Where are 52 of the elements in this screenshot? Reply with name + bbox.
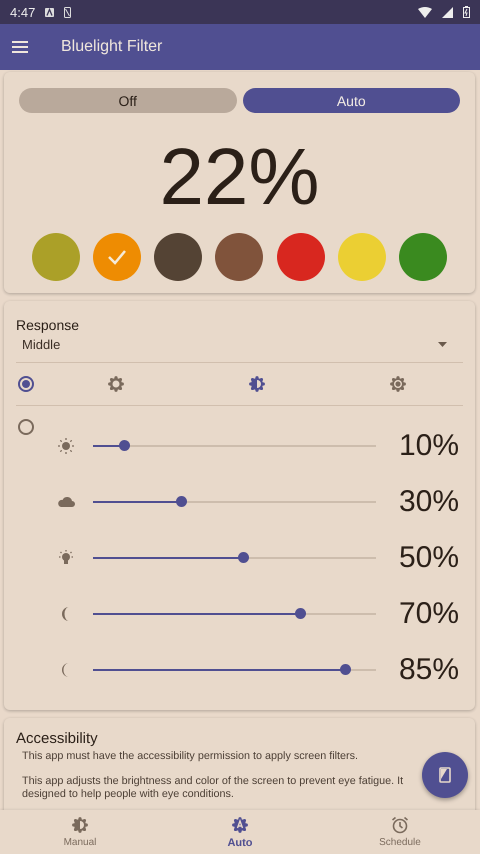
description-text: This app must have the accessibility permission to apply screen filters. xyxy=(22,750,358,763)
contrast-icon[interactable] xyxy=(248,375,266,393)
contrast-icon xyxy=(71,816,89,834)
slider-thumb[interactable] xyxy=(119,440,130,451)
auto-brightness-icon xyxy=(231,816,249,834)
app-title: Bluelight Filter xyxy=(61,38,162,56)
moon-icon xyxy=(62,607,70,621)
menu-icon[interactable] xyxy=(12,41,28,53)
sun-icon xyxy=(57,437,75,455)
level-reading: 10% xyxy=(398,429,459,463)
wifi-icon xyxy=(418,6,432,18)
signal-icon xyxy=(442,6,453,18)
battery-icon xyxy=(463,6,470,18)
slider-thumb[interactable] xyxy=(294,608,306,619)
description-text: designed to help people with eye conditions. xyxy=(22,788,234,801)
slider-thumb[interactable] xyxy=(238,552,249,563)
manual-radio[interactable] xyxy=(18,419,34,435)
level-reading: 85% xyxy=(398,653,459,687)
brightness-high-icon[interactable] xyxy=(389,375,407,393)
check-icon xyxy=(107,249,128,265)
mode-tab[interactable]: Off xyxy=(19,88,236,113)
color-swatch[interactable] xyxy=(93,233,142,281)
nav-tab[interactable]: Schedule xyxy=(320,810,480,854)
color-swatch[interactable] xyxy=(154,233,202,281)
phone-icon xyxy=(439,767,451,783)
level-reading: 70% xyxy=(398,597,459,631)
color-swatch[interactable] xyxy=(215,233,264,281)
crescent-icon xyxy=(62,663,70,677)
brightness-low-icon[interactable] xyxy=(107,375,125,393)
clock: 4:47 xyxy=(10,4,36,20)
level-reading: 30% xyxy=(398,485,459,519)
response-dropdown[interactable]: Middle xyxy=(22,337,60,352)
auto-radio[interactable] xyxy=(18,376,34,392)
color-swatch[interactable] xyxy=(338,233,386,281)
nav-tab[interactable]: Manual xyxy=(0,810,160,854)
color-swatch[interactable] xyxy=(276,233,325,281)
dropdown-caret-icon[interactable] xyxy=(438,342,447,347)
color-swatch[interactable] xyxy=(398,233,447,281)
notification-icon xyxy=(45,8,54,16)
alarm-clock-icon xyxy=(391,816,409,834)
level-reading: 50% xyxy=(398,541,459,575)
nav-tab[interactable]: Auto xyxy=(160,810,320,854)
slider-thumb[interactable] xyxy=(340,664,351,675)
slider-thumb[interactable] xyxy=(176,496,187,507)
lightbulb-icon xyxy=(57,549,75,567)
phone-icon xyxy=(64,6,72,18)
intensity-reading: 22% xyxy=(158,131,321,223)
color-swatch[interactable] xyxy=(32,233,80,281)
accessibility-title: Accessibility xyxy=(16,730,99,747)
description-text: This app adjusts the brightness and color of the screen to prevent eye fatigue. It xyxy=(22,775,404,788)
mode-tab[interactable]: Auto xyxy=(242,88,460,113)
response-label: Response xyxy=(16,317,80,333)
